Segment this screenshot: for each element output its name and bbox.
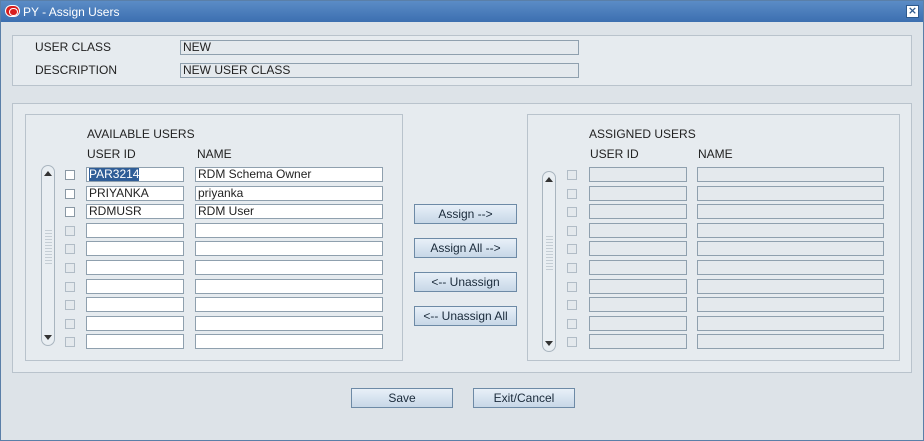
name-cell[interactable]: [697, 260, 884, 275]
name-cell[interactable]: RDM Schema Owner: [195, 167, 383, 182]
scroll-grip-icon[interactable]: [45, 230, 52, 266]
user-id-cell[interactable]: PRIYANKA: [86, 185, 184, 201]
row-checkbox[interactable]: [65, 244, 75, 255]
close-icon[interactable]: ×: [906, 5, 919, 18]
available-name-header: NAME: [197, 147, 232, 161]
user-id-cell[interactable]: [86, 334, 184, 350]
scroll-grip-icon[interactable]: [546, 236, 553, 272]
user-id-cell[interactable]: [86, 222, 184, 238]
row-checkbox[interactable]: [567, 188, 577, 199]
name-cell[interactable]: [697, 315, 884, 331]
scroll-up-icon[interactable]: [545, 177, 553, 182]
row-checkbox[interactable]: [567, 244, 577, 255]
user-id-cell[interactable]: [589, 241, 687, 257]
assigned-users-heading: ASSIGNED USERS: [589, 127, 696, 141]
name-cell[interactable]: [697, 222, 884, 238]
row-checkbox[interactable]: [65, 281, 75, 292]
available-scrollbar[interactable]: [41, 165, 55, 346]
unassign-button[interactable]: <-- Unassign: [414, 272, 517, 292]
name-cell[interactable]: [697, 167, 884, 182]
user-id-cell[interactable]: [589, 185, 687, 201]
name-cell[interactable]: [697, 297, 884, 313]
scroll-down-icon[interactable]: [44, 335, 52, 340]
user-id-cell[interactable]: [589, 260, 687, 275]
name-cell[interactable]: [697, 334, 884, 350]
name-cell[interactable]: [697, 204, 884, 220]
user-id-cell[interactable]: [86, 260, 184, 275]
scroll-down-icon[interactable]: [545, 341, 553, 346]
row-checkbox[interactable]: [65, 170, 75, 180]
scroll-up-icon[interactable]: [44, 171, 52, 176]
name-cell[interactable]: [195, 222, 383, 238]
user-id-cell[interactable]: PAR3214: [86, 167, 184, 182]
user-id-cell[interactable]: [86, 297, 184, 313]
row-checkbox[interactable]: [567, 337, 577, 348]
row-checkbox[interactable]: [567, 263, 577, 273]
user-id-cell[interactable]: [589, 222, 687, 238]
user-id-cell[interactable]: [589, 315, 687, 331]
exit-cancel-button[interactable]: Exit/Cancel: [473, 388, 575, 408]
row-checkbox[interactable]: [65, 188, 75, 199]
assigned-scrollbar[interactable]: [542, 171, 556, 352]
user-id-cell[interactable]: [86, 241, 184, 257]
name-cell[interactable]: [195, 297, 383, 313]
row-checkbox[interactable]: [567, 318, 577, 329]
name-cell[interactable]: [195, 260, 383, 275]
name-cell[interactable]: [195, 334, 383, 350]
row-checkbox[interactable]: [65, 318, 75, 329]
available-users-heading: AVAILABLE USERS: [87, 127, 195, 141]
row-checkbox[interactable]: [567, 207, 577, 218]
row-checkbox[interactable]: [65, 207, 75, 218]
assigned-name-header: NAME: [698, 147, 733, 161]
user-id-cell[interactable]: [86, 315, 184, 331]
save-button[interactable]: Save: [351, 388, 453, 408]
name-cell[interactable]: priyanka: [195, 185, 383, 201]
title-bar: PY - Assign Users ×: [1, 1, 923, 22]
assign-users-window: PY - Assign Users × USER CLASS NEW DESCR…: [0, 0, 924, 441]
row-checkbox[interactable]: [567, 300, 577, 311]
user-id-cell[interactable]: [589, 167, 687, 182]
row-checkbox[interactable]: [65, 300, 75, 311]
row-checkbox[interactable]: [567, 170, 577, 180]
row-checkbox[interactable]: [567, 281, 577, 292]
user-id-cell[interactable]: RDMUSR: [86, 204, 184, 220]
name-cell[interactable]: [195, 241, 383, 257]
assign-all-button[interactable]: Assign All -->: [414, 238, 517, 258]
description-field: NEW USER CLASS: [180, 63, 579, 78]
name-cell[interactable]: [697, 185, 884, 201]
user-class-field: NEW: [180, 40, 579, 55]
name-cell[interactable]: [195, 278, 383, 294]
assigned-user-id-header: USER ID: [590, 147, 639, 161]
user-id-cell[interactable]: [589, 334, 687, 350]
description-label: DESCRIPTION: [35, 63, 118, 77]
user-id-cell[interactable]: [86, 278, 184, 294]
window-title: PY - Assign Users: [23, 5, 120, 19]
name-cell[interactable]: [195, 315, 383, 331]
row-checkbox[interactable]: [65, 225, 75, 236]
row-checkbox[interactable]: [567, 225, 577, 236]
name-cell[interactable]: [697, 278, 884, 294]
assign-button[interactable]: Assign -->: [414, 204, 517, 224]
available-user-id-header: USER ID: [87, 147, 136, 161]
oracle-logo-icon: [5, 5, 20, 17]
row-checkbox[interactable]: [65, 263, 75, 273]
unassign-all-button[interactable]: <-- Unassign All: [414, 306, 517, 326]
user-class-label: USER CLASS: [35, 40, 112, 54]
name-cell[interactable]: RDM User: [195, 204, 383, 220]
selected-text: PAR3214: [89, 167, 140, 181]
name-cell[interactable]: [697, 241, 884, 257]
row-checkbox[interactable]: [65, 337, 75, 348]
user-id-cell[interactable]: [589, 278, 687, 294]
user-id-cell[interactable]: [589, 204, 687, 220]
user-id-cell[interactable]: [589, 297, 687, 313]
